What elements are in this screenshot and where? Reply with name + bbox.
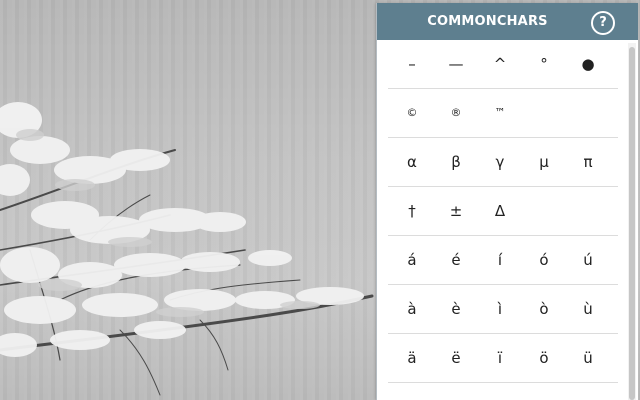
char-row-punctuation: – — ^ ° ●	[388, 40, 618, 89]
char-em-dash[interactable]: —	[434, 40, 478, 88]
char-degree[interactable]: °	[522, 40, 566, 88]
char-mu[interactable]: μ	[522, 138, 566, 186]
popup-header: COMMONCHARS ?	[377, 3, 638, 40]
char-trademark[interactable]: ™	[478, 89, 522, 137]
snowy-branch-image	[0, 102, 374, 396]
char-gamma[interactable]: γ	[478, 138, 522, 186]
popup-title: COMMONCHARS	[427, 14, 548, 29]
char-u-acute[interactable]: ú	[566, 236, 610, 284]
help-button[interactable]: ?	[591, 11, 615, 35]
scrollbar-thumb[interactable]	[629, 47, 635, 400]
char-beta[interactable]: β	[434, 138, 478, 186]
char-i-umlaut[interactable]: ï	[478, 334, 522, 382]
scrollbar[interactable]	[628, 43, 636, 400]
char-row-acute: á é í ó ú	[388, 236, 618, 285]
char-e-umlaut[interactable]: ë	[434, 334, 478, 382]
char-o-acute[interactable]: ó	[522, 236, 566, 284]
char-row-legal: © ® ™	[388, 89, 618, 138]
char-delta[interactable]: Δ	[478, 187, 522, 235]
commonchars-popup: COMMONCHARS ? – — ^ ° ● © ® ™ α β γ μ π …	[376, 3, 638, 400]
char-e-acute[interactable]: é	[434, 236, 478, 284]
char-i-acute[interactable]: í	[478, 236, 522, 284]
char-i-grave[interactable]: ì	[478, 285, 522, 333]
char-bullet[interactable]: ●	[566, 40, 610, 88]
char-a-acute[interactable]: á	[390, 236, 434, 284]
char-row-symbols: † ± Δ	[388, 187, 618, 236]
char-en-dash[interactable]: –	[390, 40, 434, 88]
char-plus-minus[interactable]: ±	[434, 187, 478, 235]
char-registered[interactable]: ®	[434, 89, 478, 137]
char-a-umlaut[interactable]: ä	[390, 334, 434, 382]
char-e-grave[interactable]: è	[434, 285, 478, 333]
char-u-umlaut[interactable]: ü	[566, 334, 610, 382]
char-row-umlaut: ä ë ï ö ü	[388, 334, 618, 383]
char-u-grave[interactable]: ù	[566, 285, 610, 333]
char-a-grave[interactable]: à	[390, 285, 434, 333]
char-o-grave[interactable]: ò	[522, 285, 566, 333]
char-alpha[interactable]: α	[390, 138, 434, 186]
char-dagger[interactable]: †	[390, 187, 434, 235]
character-grid: – — ^ ° ● © ® ™ α β γ μ π † ± Δ á é í ó	[388, 40, 618, 383]
char-o-umlaut[interactable]: ö	[522, 334, 566, 382]
char-row-greek: α β γ μ π	[388, 138, 618, 187]
char-row-grave: à è ì ò ù	[388, 285, 618, 334]
char-caret[interactable]: ^	[478, 40, 522, 88]
char-pi[interactable]: π	[566, 138, 610, 186]
char-copyright[interactable]: ©	[390, 89, 434, 137]
